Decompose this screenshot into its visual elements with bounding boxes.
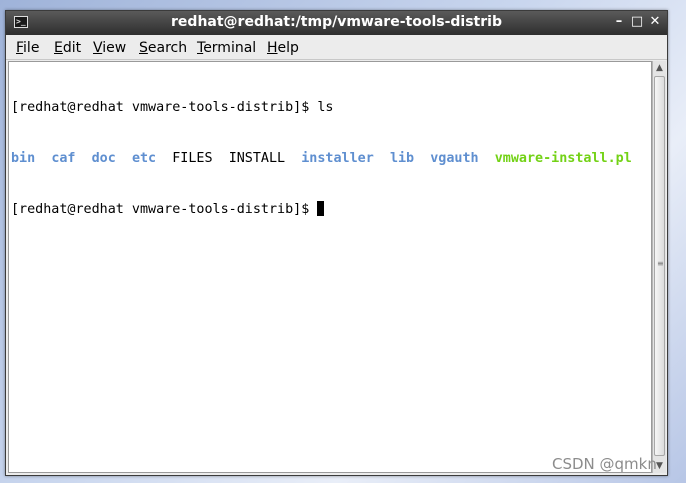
ls-entry-dir: caf [51,151,76,166]
close-icon[interactable]: ✕ [647,14,663,30]
command: ls [317,100,334,115]
menu-terminal[interactable]: Terminal [197,40,256,56]
menu-view[interactable]: View [93,40,126,56]
title-bar[interactable]: >_ redhat@redhat:/tmp/vmware-tools-distr… [6,11,667,35]
ls-output-line: bin caf doc etc FILES INSTALL installer … [11,150,651,167]
watermark: CSDN @qmkn [552,455,657,473]
terminal-line: [redhat@redhat vmware-tools-distrib]$ ls [11,99,651,116]
scroll-thumb[interactable]: ≡ [654,76,665,456]
ls-entry-dir: lib [389,151,415,166]
ls-entry-dir: vgauth [430,151,479,166]
ls-entry-dir: doc [91,151,116,166]
menu-search[interactable]: Search [139,40,187,56]
window-title: redhat@redhat:/tmp/vmware-tools-distrib [171,14,502,30]
terminal-window: >_ redhat@redhat:/tmp/vmware-tools-distr… [5,10,668,476]
grip-icon: ≡ [657,259,664,268]
ls-entry-dir: bin [11,151,36,166]
menu-file[interactable]: File [16,40,39,56]
menu-edit[interactable]: Edit [54,40,81,56]
text-cursor [317,201,325,216]
prompt: [redhat@redhat vmware-tools-distrib]$ [11,202,318,217]
minimize-icon[interactable]: – [611,14,627,30]
terminal-line: [redhat@redhat vmware-tools-distrib]$ [11,201,651,218]
maximize-icon[interactable]: □ [629,14,645,30]
ls-entry-file: INSTALL [228,151,286,166]
menu-bar: File Edit View Search Terminal Help [6,36,667,60]
scroll-up-icon[interactable]: ▲ [653,61,666,75]
ls-entry-file: FILES [172,151,213,166]
ls-entry-dir: installer [301,151,374,166]
vertical-scrollbar[interactable]: ▲ ≡ ▼ [652,61,666,473]
terminal-output[interactable]: [redhat@redhat vmware-tools-distrib]$ ls… [8,61,652,473]
ls-entry-dir: etc [131,151,157,166]
ls-entry-exe: vmware-install.pl [494,151,632,166]
prompt: [redhat@redhat vmware-tools-distrib]$ [11,100,318,115]
menu-help[interactable]: Help [267,40,299,56]
